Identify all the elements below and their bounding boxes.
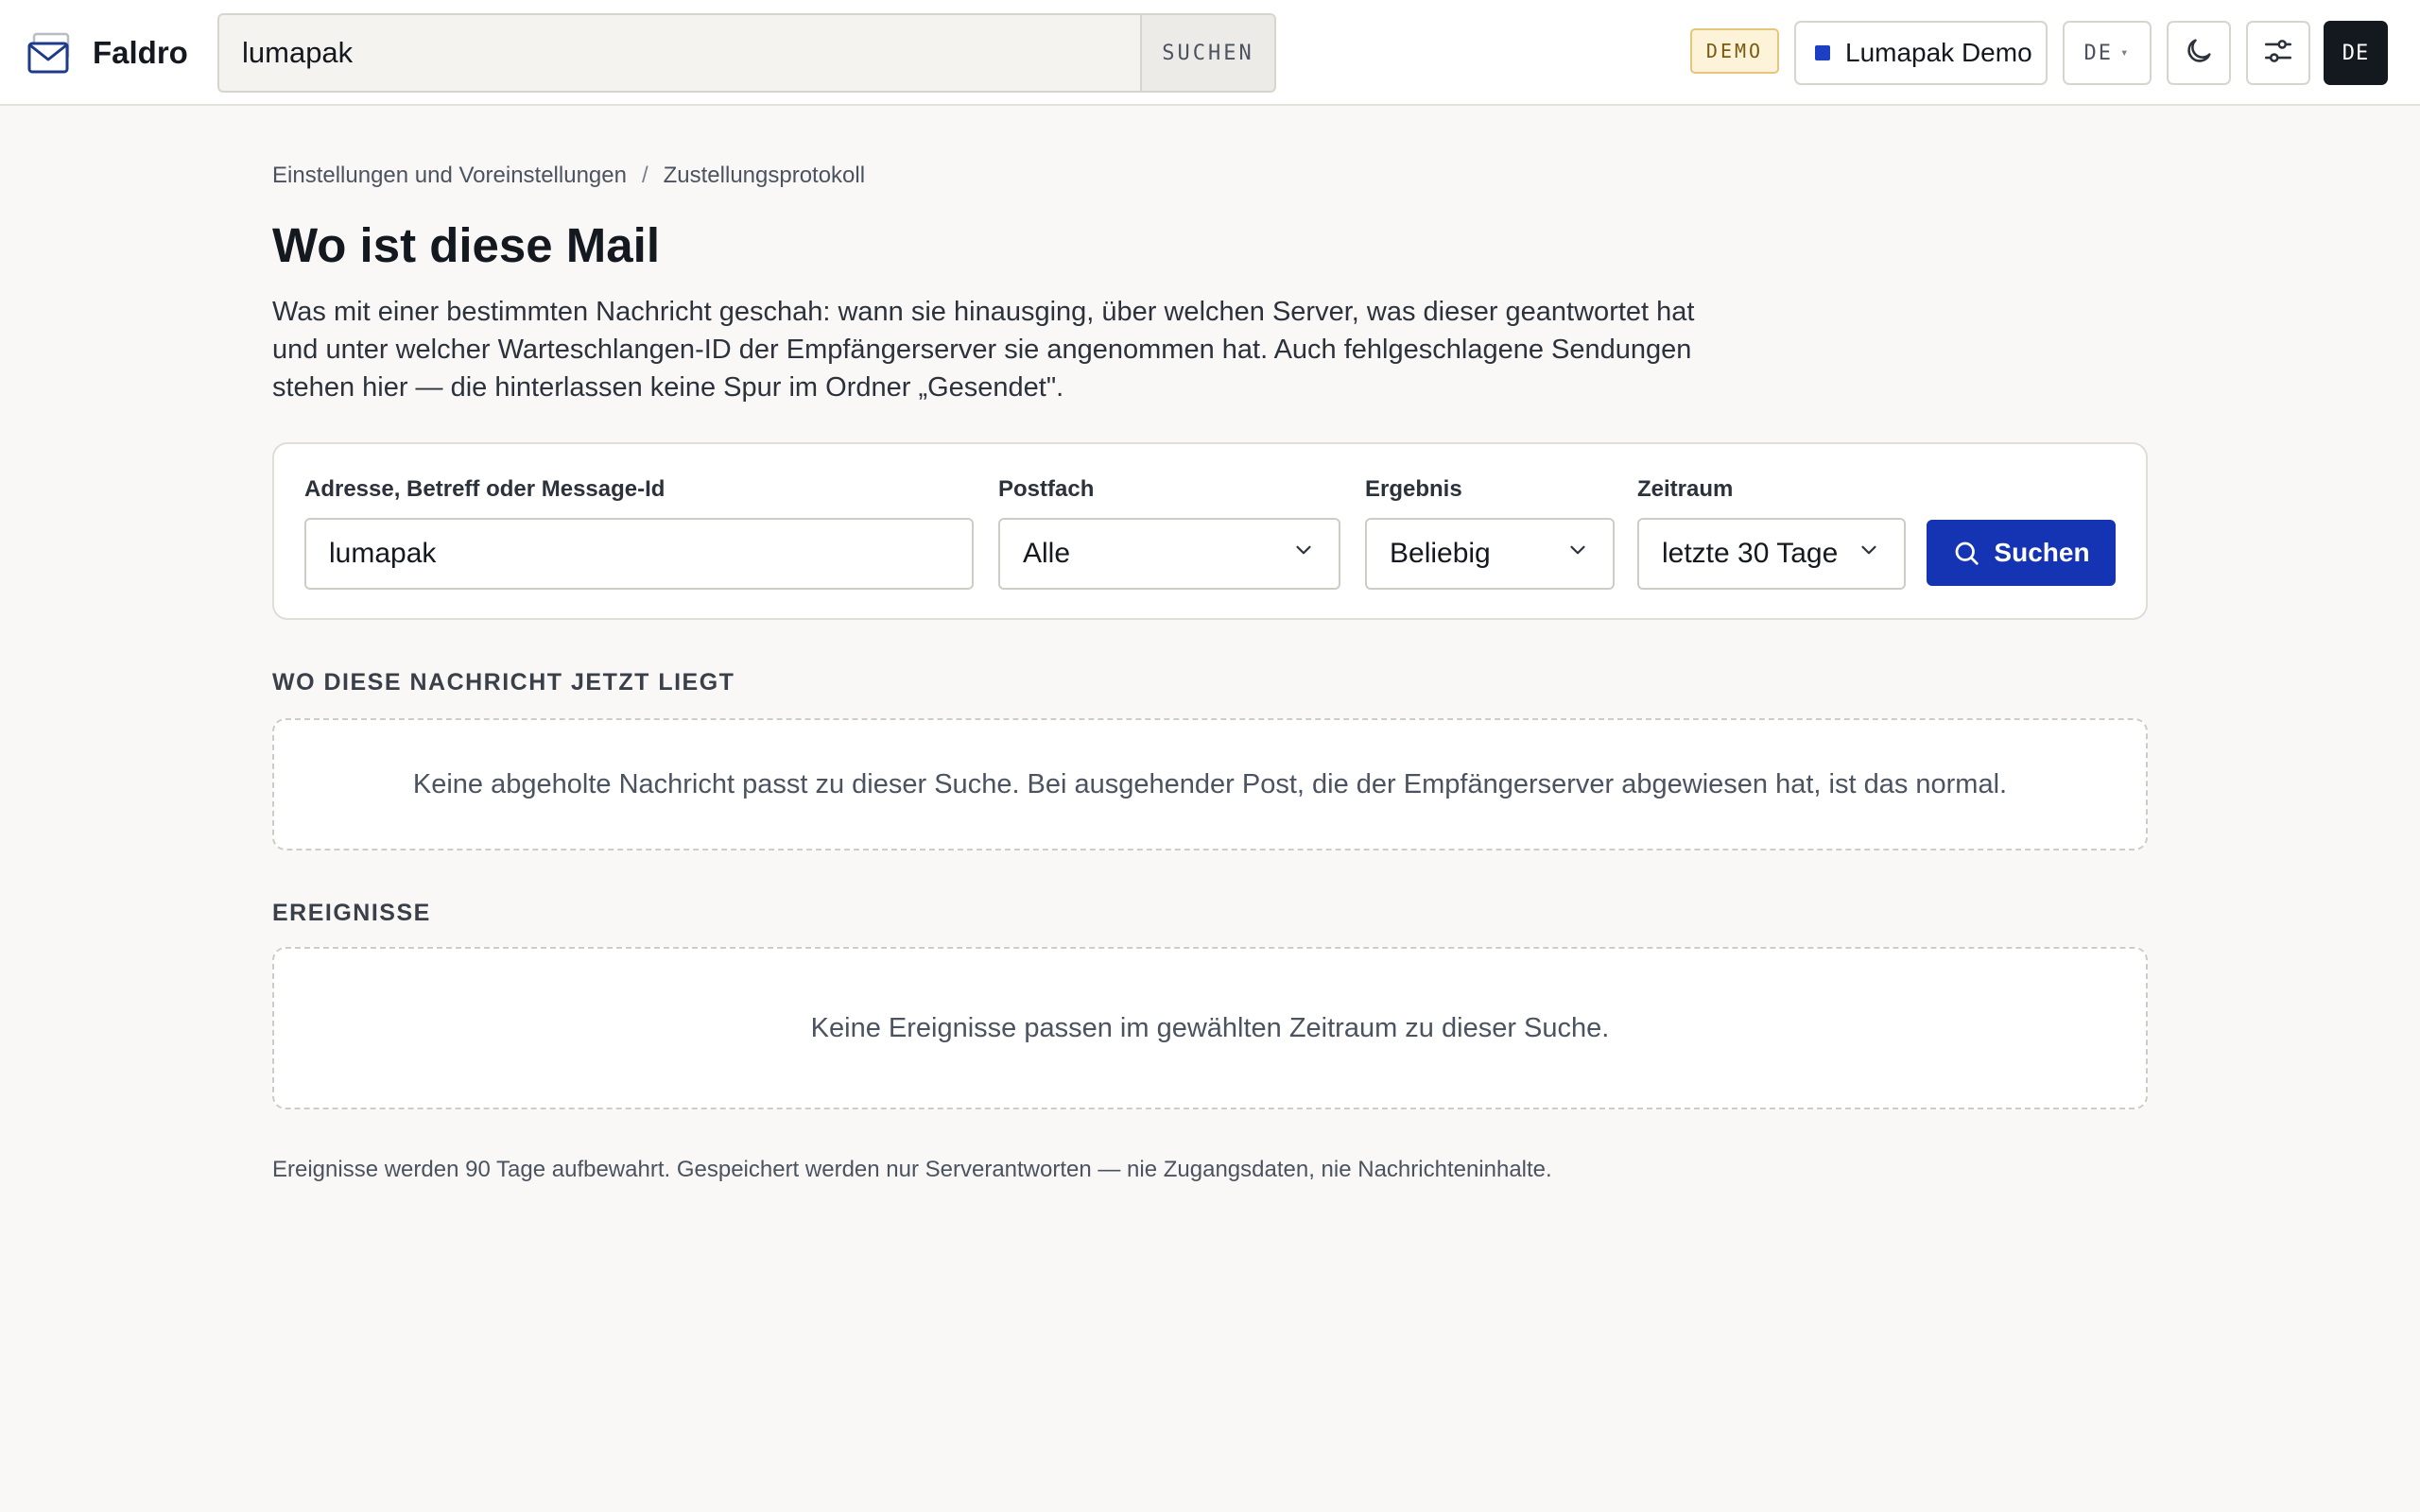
breadcrumb-current: Zustellungsprotokoll (663, 163, 866, 188)
settings-button[interactable] (2246, 21, 2310, 85)
mailbox-select[interactable]: Alle (998, 518, 1340, 590)
account-name: Lumapak Demo (1845, 38, 2032, 67)
page-description: Was mit einer bestimmten Nachricht gesch… (272, 297, 1695, 403)
mailbox-select-value: Alle (1023, 538, 1071, 569)
query-input[interactable] (329, 538, 949, 570)
language-code: DE (2083, 41, 2114, 65)
caret-down-icon: ▾ (2120, 45, 2131, 60)
period-label: Zeitraum (1637, 476, 1734, 502)
brand[interactable]: Faldro (26, 26, 188, 79)
query-input-box (304, 518, 974, 590)
result-field: Ergebnis Beliebig (1365, 476, 1615, 590)
period-field: Zeitraum letzte 30 Tage (1637, 476, 1906, 590)
search-submit-label: Suchen (1994, 538, 2090, 567)
chevron-down-icon (1565, 538, 1590, 570)
query-label: Adresse, Betreff oder Message-Id (304, 476, 666, 502)
search-submit-button[interactable]: Suchen (1927, 520, 2116, 586)
mailbox-label: Postfach (998, 476, 1095, 502)
events-empty-state: Keine Ereignisse passen im gewählten Zei… (272, 947, 2148, 1109)
language-selector[interactable]: DE ▾ (2063, 21, 2152, 85)
global-search-button[interactable]: SUCHEN (1140, 15, 1274, 91)
result-select[interactable]: Beliebig (1365, 518, 1615, 590)
query-field: Adresse, Betreff oder Message-Id (304, 476, 974, 590)
mail-logo-icon (26, 26, 72, 79)
breadcrumb-separator: / (641, 163, 648, 188)
page-title: Wo ist diese Mail (272, 218, 660, 272)
retention-footnote: Ereignisse werden 90 Tage aufbewahrt. Ge… (272, 1157, 1552, 1182)
main-content: Einstellungen und Voreinstellungen / Zus… (272, 161, 2148, 1182)
user-avatar[interactable]: DE (2324, 21, 2388, 85)
period-select-value: letzte 30 Tage (1662, 538, 1839, 569)
breadcrumb: Einstellungen und Voreinstellungen / Zus… (272, 161, 2148, 191)
top-bar: Faldro SUCHEN DEMO Lumapak Demo DE ▾ DE (0, 0, 2420, 106)
account-switcher[interactable]: Lumapak Demo (1794, 21, 2048, 85)
demo-badge: DEMO (1690, 28, 1779, 74)
moon-icon (2183, 35, 2215, 71)
location-empty-state: Keine abgeholte Nachricht passt zu diese… (272, 718, 2148, 850)
global-search: SUCHEN (217, 13, 1276, 93)
breadcrumb-parent-link[interactable]: Einstellungen und Voreinstellungen (272, 163, 627, 189)
app-name: Faldro (93, 35, 188, 70)
events-section-title: EREIGNISSE (272, 900, 431, 926)
theme-toggle-button[interactable] (2167, 21, 2231, 85)
search-filter-card: Adresse, Betreff oder Message-Id Postfac… (272, 442, 2148, 620)
global-search-input[interactable] (219, 15, 1140, 91)
chevron-down-icon (1857, 538, 1881, 570)
location-empty-text: Keine abgeholte Nachricht passt zu diese… (412, 768, 2008, 799)
events-empty-text: Keine Ereignisse passen im gewählten Zei… (810, 1012, 1610, 1043)
location-section-title: WO DIESE NACHRICHT JETZT LIEGT (272, 669, 735, 696)
mailbox-field: Postfach Alle (998, 476, 1340, 590)
chevron-down-icon (1291, 538, 1316, 570)
result-select-value: Beliebig (1390, 538, 1491, 569)
result-label: Ergebnis (1365, 476, 1462, 502)
account-color-dot (1815, 45, 1830, 60)
sliders-icon (2262, 35, 2294, 71)
period-select[interactable]: letzte 30 Tage (1637, 518, 1906, 590)
search-icon (1956, 541, 1979, 565)
